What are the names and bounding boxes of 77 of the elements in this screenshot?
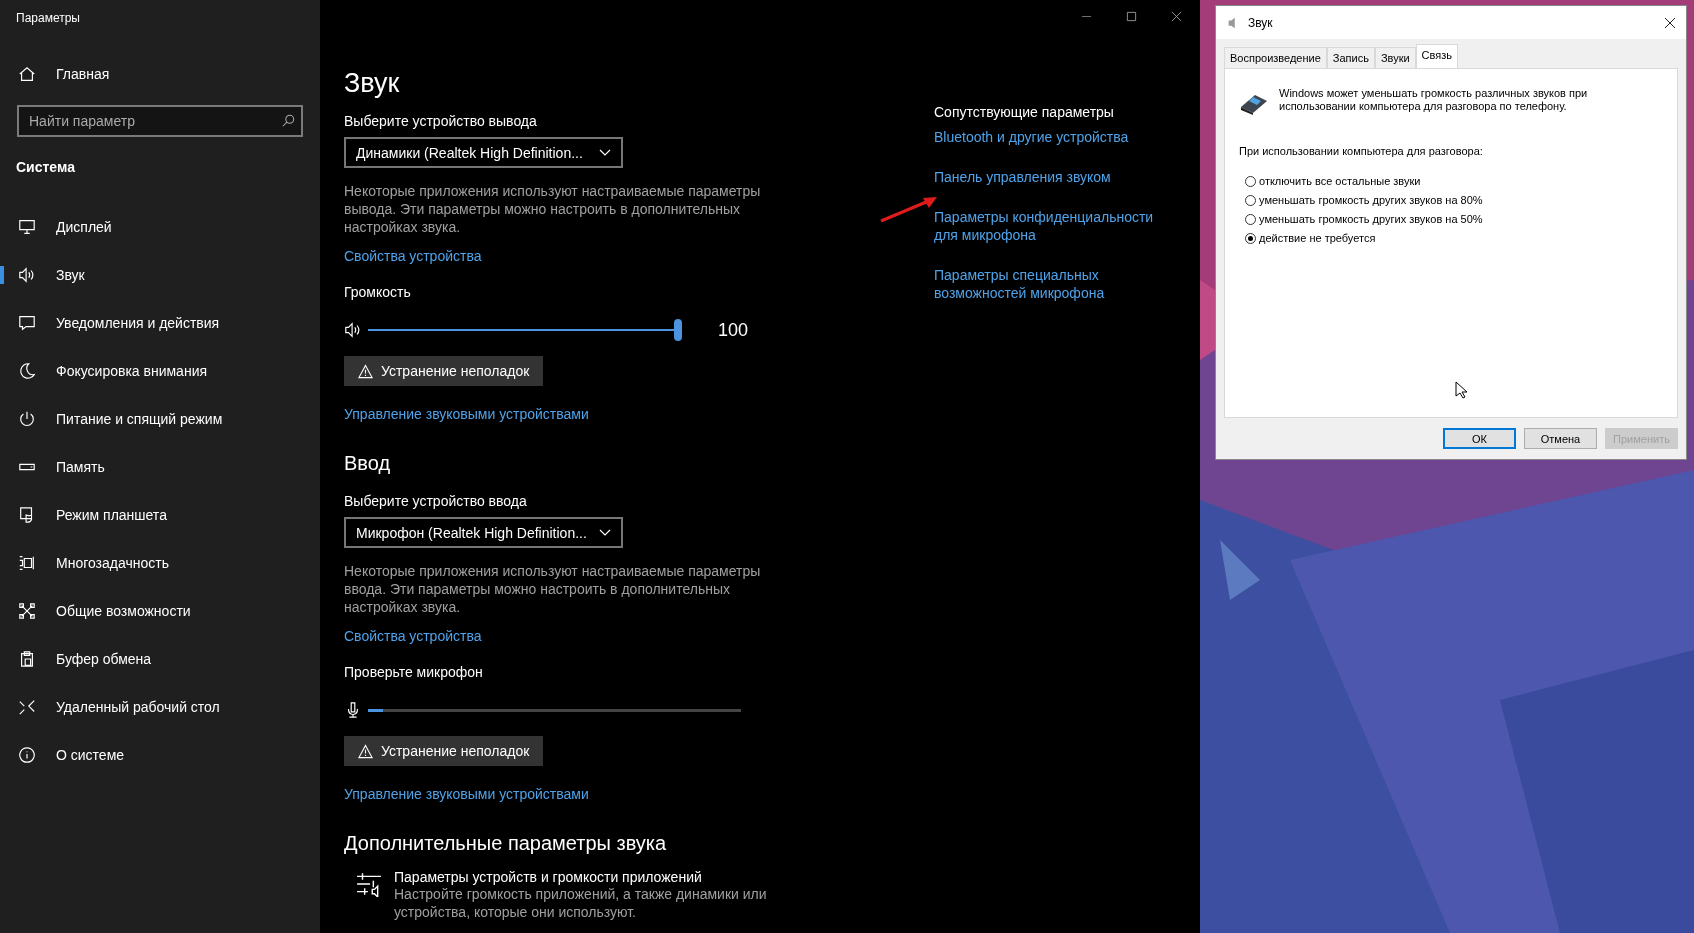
chevron-icon bbox=[599, 148, 611, 157]
radio-option[interactable]: отключить все остальные звуки bbox=[1245, 175, 1663, 187]
sidebar-item[interactable]: Многозадачность bbox=[0, 539, 320, 587]
sidebar-item[interactable]: Общие возможности bbox=[0, 587, 320, 635]
sidebar-item[interactable]: Фокусировка внимания bbox=[0, 347, 320, 395]
sidebar-item[interactable]: Удаленный рабочий стол bbox=[0, 683, 320, 731]
home-link[interactable]: Главная bbox=[0, 63, 320, 85]
input-device-dropdown[interactable]: Микрофон (Realtek High Definition... bbox=[344, 517, 623, 548]
slider-thumb[interactable] bbox=[674, 319, 682, 341]
dialog-tab[interactable]: Воспроизведение bbox=[1224, 47, 1327, 68]
sidebar-item[interactable]: Уведомления и действия bbox=[0, 299, 320, 347]
window-title: Параметры bbox=[16, 11, 81, 25]
field-label: Выберите устройство ввода bbox=[344, 493, 527, 509]
sidebar-icon bbox=[18, 362, 36, 380]
sidebar-icon bbox=[18, 554, 36, 572]
related-link[interactable]: Параметры конфиденциальности для микрофона bbox=[934, 208, 1154, 244]
dialog-tab[interactable]: Звуки bbox=[1374, 47, 1416, 68]
dialog-button[interactable]: Отмена bbox=[1524, 428, 1597, 449]
output-device-dropdown[interactable]: Динамики (Realtek High Definition... bbox=[344, 137, 623, 168]
warning-icon bbox=[358, 363, 373, 379]
chevron-icon bbox=[599, 528, 611, 537]
radio-option[interactable]: действие не требуется bbox=[1245, 232, 1663, 244]
radio-option[interactable]: уменьшать громкость других звуков на 80% bbox=[1245, 194, 1663, 206]
manage-devices-link[interactable]: Управление звуковыми устройствами bbox=[344, 786, 589, 802]
sliders-icon bbox=[356, 871, 382, 897]
dialog-button[interactable]: ОК bbox=[1443, 428, 1516, 449]
sidebar-icon bbox=[18, 746, 36, 764]
description-text: Некоторые приложения используют настраиваемые параметры ввода. Эти параметры можно настроить в дополнительных настройках звука. bbox=[344, 562, 762, 616]
warning-icon bbox=[358, 743, 373, 759]
radio-option[interactable]: уменьшать громкость других звуков на 50% bbox=[1245, 213, 1663, 225]
volume-label: Громкость bbox=[344, 284, 411, 300]
close-icon[interactable] bbox=[1664, 16, 1676, 29]
sidebar-icon bbox=[18, 410, 36, 428]
page-title: Звук bbox=[344, 68, 400, 99]
troubleshoot-button[interactable]: Устранение неполадок bbox=[344, 356, 544, 386]
sidebar-icon bbox=[18, 650, 36, 668]
sidebar-item[interactable]: Звук bbox=[0, 251, 320, 299]
maximize-icon[interactable] bbox=[1126, 11, 1137, 22]
sidebar-icon bbox=[18, 218, 36, 236]
dialog-tab[interactable]: Связь bbox=[1415, 44, 1458, 68]
volume-value: 100 bbox=[718, 319, 749, 341]
sidebar-item[interactable]: Дисплей bbox=[0, 203, 320, 251]
search-field[interactable]: Найти параметр bbox=[17, 105, 303, 137]
section-heading: Система bbox=[16, 159, 76, 175]
related-link[interactable]: Параметры специальных возможностей микрофона bbox=[934, 266, 1154, 302]
search-icon bbox=[281, 114, 295, 128]
related-link[interactable]: Bluetooth и другие устройства bbox=[934, 128, 1129, 146]
sidebar-icon bbox=[18, 698, 36, 716]
dialog-tab[interactable]: Запись bbox=[1326, 47, 1375, 68]
setting-title[interactable]: Параметры устройств и громкости приложений bbox=[394, 869, 774, 885]
setting-description: Настройте громкость приложений, а также динамики или устройства, которые они используют. bbox=[394, 885, 768, 921]
question-text: При использовании компьютера для разговора: bbox=[1239, 145, 1484, 157]
sidebar-item[interactable]: О системе bbox=[0, 731, 320, 779]
mic-test-label: Проверьте микрофон bbox=[344, 664, 483, 680]
dialog-title: Звук bbox=[1248, 15, 1273, 30]
close-icon[interactable] bbox=[1171, 11, 1182, 22]
manage-devices-link[interactable]: Управление звуковыми устройствами bbox=[344, 406, 589, 422]
sidebar-item[interactable]: Память bbox=[0, 443, 320, 491]
sidebar-icon bbox=[18, 314, 36, 332]
device-properties-link[interactable]: Свойства устройства bbox=[344, 248, 482, 264]
description-text: Некоторые приложения используют настраиваемые параметры вывода. Эти параметры можно настроить в дополнительных настройках звука. bbox=[344, 182, 762, 236]
sidebar-item[interactable]: Питание и спящий режим bbox=[0, 395, 320, 443]
intro-text: Windows может уменьшать громкость различных звуков при использовании компьютера для разговора по телефону. bbox=[1279, 87, 1589, 114]
pointer-icon bbox=[1455, 381, 1467, 399]
speaker-icon bbox=[344, 321, 362, 339]
section-heading: Дополнительные параметры звука bbox=[344, 832, 667, 855]
sidebar-icon bbox=[18, 602, 36, 620]
sidebar-item[interactable]: Буфер обмена bbox=[0, 635, 320, 683]
sidebar-icon bbox=[18, 266, 36, 284]
home-icon bbox=[18, 65, 36, 83]
device-properties-link[interactable]: Свойства устройства bbox=[344, 628, 482, 644]
related-heading: Сопутствующие параметры bbox=[934, 104, 1114, 120]
field-label: Выберите устройство вывода bbox=[344, 113, 537, 129]
section-heading: Ввод bbox=[344, 452, 391, 475]
related-link[interactable]: Панель управления звуком bbox=[934, 168, 1111, 186]
troubleshoot-button[interactable]: Устранение неполадок bbox=[344, 736, 544, 766]
sidebar-item[interactable]: Режим планшета bbox=[0, 491, 320, 539]
